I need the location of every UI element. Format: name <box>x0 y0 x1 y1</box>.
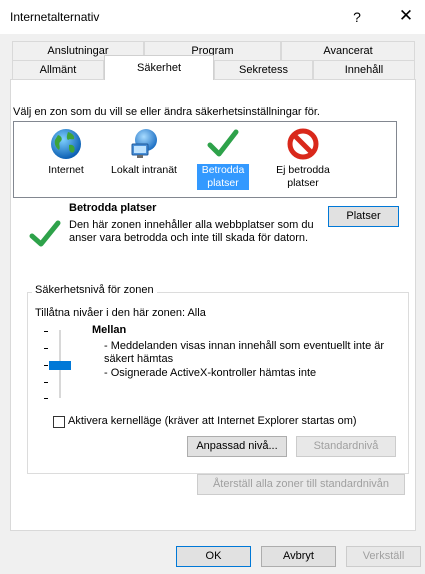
default-level-button[interactable]: Standardnivå <box>296 436 396 457</box>
zone-restricted-sites[interactable]: Ej betrodda platser <box>268 126 338 190</box>
security-level-legend: Säkerhetsnivå för zonen <box>32 284 157 296</box>
zone-internet[interactable]: Internet <box>31 126 101 177</box>
tab-avancerat[interactable]: Avancerat <box>281 41 415 60</box>
zone-intro-text: Välj en zon som du vill se eller ändra s… <box>13 106 320 118</box>
tab-innehall[interactable]: Innehåll <box>313 60 415 79</box>
slider-tick <box>44 365 48 366</box>
kernel-mode-checkbox[interactable] <box>53 416 65 428</box>
slider-tick <box>44 331 48 332</box>
tab-sakerhet[interactable]: Säkerhet <box>104 55 214 80</box>
level-desc-line: - Osignerade ActiveX-kontroller hämtas i… <box>104 367 317 379</box>
window-title: Internetalternativ <box>10 10 100 24</box>
zone-trusted-sites[interactable]: Betrodda platser <box>188 126 258 190</box>
ok-button[interactable]: OK <box>176 546 251 567</box>
tab-sekretess[interactable]: Sekretess <box>214 60 313 79</box>
zone-label: Betrodda platser <box>197 164 249 190</box>
security-level-name: Mellan <box>92 324 127 336</box>
selected-zone-title: Betrodda platser <box>69 202 157 214</box>
slider-tick <box>44 382 48 383</box>
globe-icon <box>51 129 81 159</box>
allowed-levels-text: Tillåtna nivåer i den här zonen: Alla <box>35 307 206 319</box>
custom-level-button[interactable]: Anpassad nivå... <box>187 436 287 457</box>
slider-tick <box>44 348 48 349</box>
tab-allmant[interactable]: Allmänt <box>12 60 104 79</box>
zone-intranet[interactable]: Lokalt intranät <box>109 126 179 177</box>
apply-button[interactable]: Verkställ <box>346 546 421 567</box>
security-level-description: - Meddelanden visas innan innehåll som e… <box>104 340 394 381</box>
zone-label: Lokalt intranät <box>111 164 177 176</box>
prohibited-icon <box>287 128 319 160</box>
cancel-button[interactable]: Avbryt <box>261 546 336 567</box>
zone-label: Ej betrodda platser <box>276 164 330 189</box>
title-bar: Internetalternativ ? ✕ <box>0 0 425 34</box>
reset-all-zones-button[interactable]: Återställ alla zoner till standardnivån <box>197 474 405 495</box>
help-button[interactable]: ? <box>347 6 367 28</box>
zone-list: Internet Lokalt intranät Betrodda platse… <box>13 121 397 198</box>
close-button[interactable]: ✕ <box>395 5 417 27</box>
kernel-mode-label[interactable]: Aktivera kernelläge (kräver att Internet… <box>68 415 357 427</box>
level-desc-line: - Meddelanden visas innan innehåll som e… <box>104 340 385 365</box>
slider-tick <box>44 398 48 399</box>
sites-button[interactable]: Platser <box>328 206 399 227</box>
intranet-icon <box>131 129 157 158</box>
zone-label: Internet <box>48 164 84 176</box>
slider-thumb[interactable] <box>49 361 71 370</box>
selected-zone-description: Den här zonen innehåller alla webbplatse… <box>69 219 314 244</box>
checkmark-icon <box>207 129 239 157</box>
trusted-checkmark-icon <box>29 220 61 247</box>
